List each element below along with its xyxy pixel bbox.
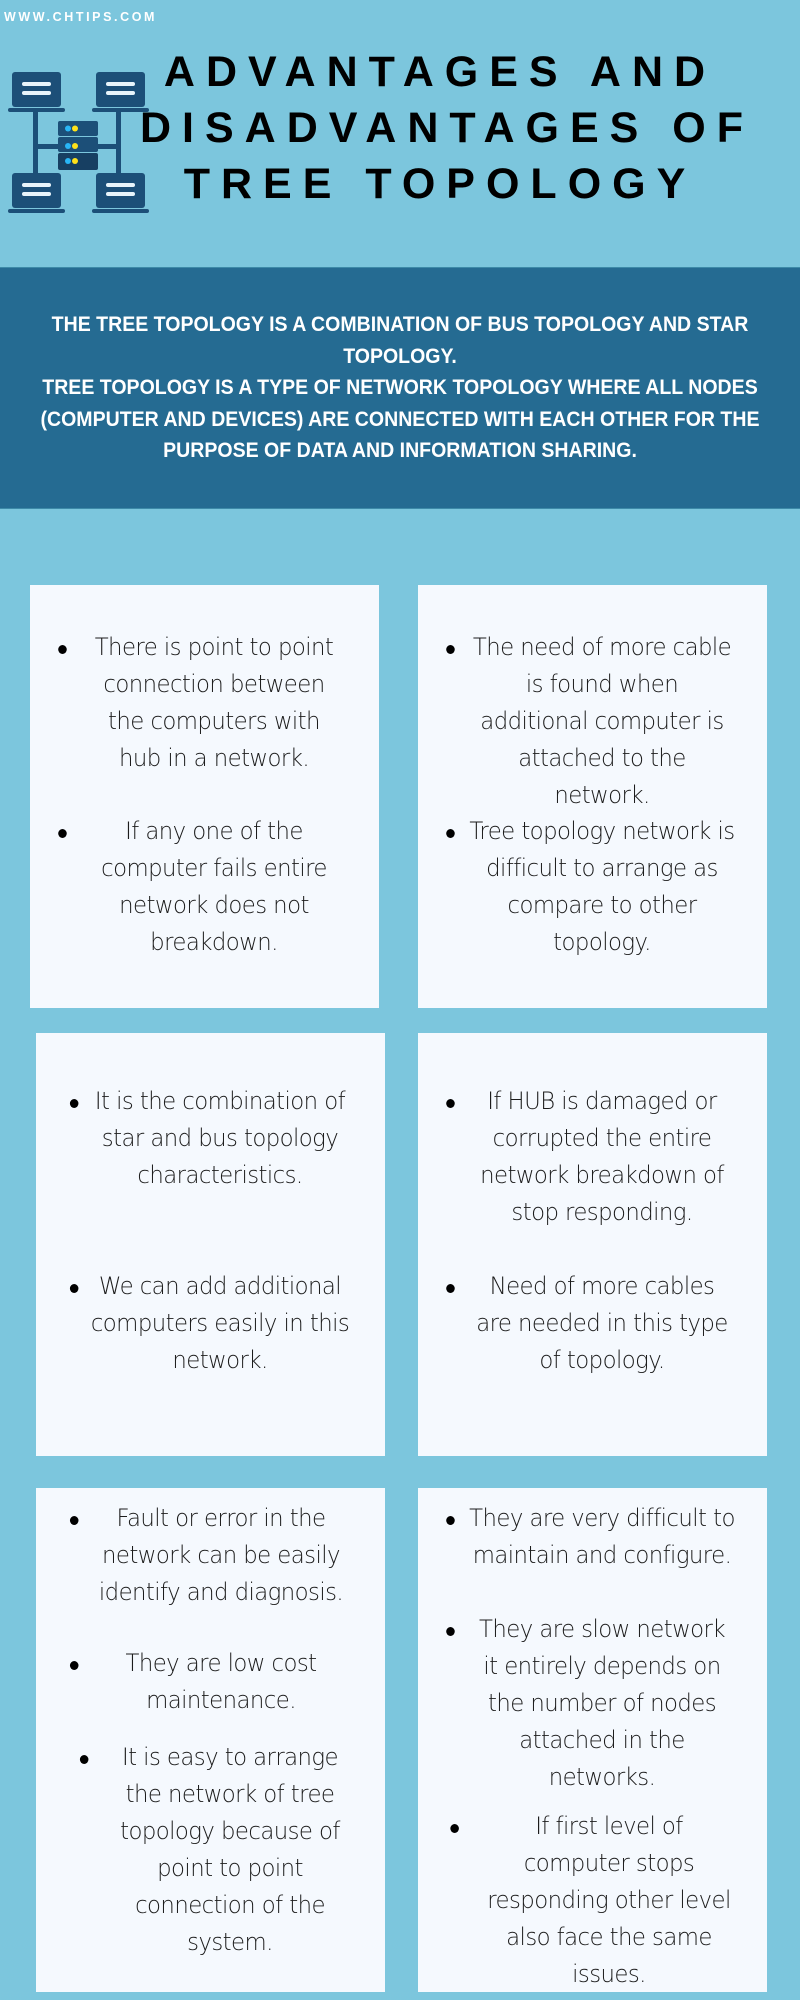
disadvantages-card-1: The need of more cable is found when add…	[418, 585, 767, 1008]
list-item: If any one of the computer fails entire …	[58, 813, 342, 961]
list-item-text: If HUB is damaged or corrupted the entir…	[480, 1087, 724, 1226]
list-item-text: Need of more cables are needed in this t…	[476, 1272, 728, 1374]
advantages-card-3: Fault or error in the network can be eas…	[36, 1488, 385, 1992]
tree-topology-network-icon	[8, 72, 149, 213]
disadvantages-card-2: If HUB is damaged or corrupted the entir…	[418, 1033, 767, 1456]
page-title: ADVANTAGES AND DISADVANTAGES OF TREE TOP…	[140, 44, 754, 212]
list-item-text: Fault or error in the network can be eas…	[98, 1504, 344, 1606]
list-item: They are low cost maintenance.	[69, 1645, 355, 1719]
list-item-text: The need of more cable is found when add…	[472, 633, 732, 809]
list-item: The need of more cable is found when add…	[446, 629, 735, 814]
bullet-icon	[69, 1099, 79, 1108]
list-item: They are very difficult to maintain and …	[446, 1500, 735, 1574]
bullet-icon	[58, 645, 67, 654]
bullet-icon	[69, 1516, 79, 1525]
title-line: TREE TOPOLOGY	[183, 160, 697, 208]
list-item-text: It is the combination of star and bus to…	[94, 1087, 346, 1189]
list-item: It is easy to arrange the network of tre…	[79, 1739, 354, 1961]
laptop-icon-bottom-left	[8, 173, 65, 213]
list-item-text: It is easy to arrange the network of tre…	[120, 1743, 340, 1956]
list-item: It is the combination of star and bus to…	[69, 1083, 353, 1194]
bullet-icon	[79, 1755, 89, 1764]
list-item-text: We can add additional computers easily i…	[90, 1272, 350, 1374]
list-item: If HUB is damaged or corrupted the entir…	[446, 1083, 735, 1231]
bullet-icon	[446, 829, 455, 838]
title-line: DISADVANTAGES OF	[140, 104, 754, 152]
list-item-text: They are low cost maintenance.	[125, 1649, 317, 1714]
definition-text: THE TREE TOPOLOGY IS A COMBINATION OF BU…	[51, 313, 749, 368]
list-item: Fault or error in the network can be eas…	[69, 1500, 355, 1611]
bullet-icon	[450, 1824, 459, 1833]
bullet-icon	[69, 1661, 79, 1670]
bullet-icon	[446, 1627, 455, 1636]
list-item-text: They are slow network it entirely depend…	[479, 1615, 726, 1791]
advantages-card-1: There is point to point connection betwe…	[30, 585, 379, 1008]
definition-text: TREE TOPOLOGY IS A TYPE OF NETWORK TOPOL…	[40, 376, 760, 463]
bullet-icon	[58, 829, 67, 838]
list-item: They are slow network it entirely depend…	[446, 1611, 735, 1796]
list-item: If first level of computer stops respond…	[450, 1808, 738, 1993]
list-item-text: They are very difficult to maintain and …	[469, 1504, 735, 1569]
list-item-text: If first level of computer stops respond…	[487, 1812, 731, 1988]
laptop-icon-top-left	[8, 72, 65, 112]
definition-banner: THE TREE TOPOLOGY IS A COMBINATION OF BU…	[0, 267, 800, 509]
list-item: We can add additional computers easily i…	[69, 1268, 353, 1379]
bullet-icon	[69, 1284, 79, 1293]
list-item: Need of more cables are needed in this t…	[446, 1268, 735, 1379]
bullet-icon	[446, 1516, 455, 1525]
list-item-text: If any one of the computer fails entire …	[101, 817, 327, 956]
bullet-icon	[446, 1284, 455, 1293]
list-item: Tree topology network is difficult to ar…	[446, 813, 735, 961]
site-url: WWW.CHTIPS.COM	[4, 10, 158, 24]
list-item-text: There is point to point connection betwe…	[94, 633, 334, 772]
bullet-icon	[446, 645, 455, 654]
title-line: ADVANTAGES AND	[163, 48, 717, 96]
bullet-icon	[446, 1099, 455, 1108]
disadvantages-card-3: They are very difficult to maintain and …	[418, 1488, 767, 1992]
list-item: There is point to point connection betwe…	[58, 629, 342, 777]
list-item-text: Tree topology network is difficult to ar…	[469, 817, 735, 956]
server-icon	[58, 121, 98, 170]
advantages-card-2: It is the combination of star and bus to…	[36, 1033, 385, 1456]
